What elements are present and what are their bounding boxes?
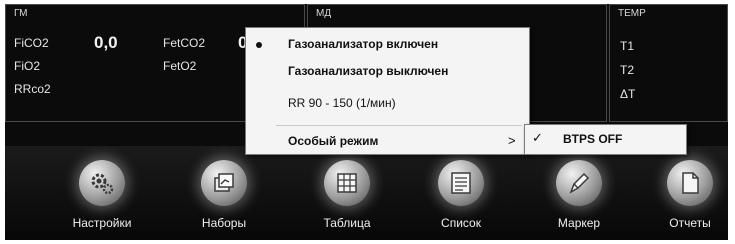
settings-button[interactable]: Настройки — [57, 154, 147, 238]
fico2-value: 0,0 — [94, 33, 118, 52]
list-label: Список — [441, 216, 481, 230]
menu-item-label: Газоанализатор включен — [288, 37, 439, 51]
settings-label: Настройки — [72, 216, 132, 230]
rrco2-label: RRco2 — [14, 82, 51, 96]
menu-separator — [276, 125, 522, 126]
reports-icon — [667, 160, 713, 206]
table-button[interactable]: Таблица — [302, 154, 392, 238]
gas-analyzer-context-menu: Газоанализатор включен Газоанализатор вы… — [245, 27, 530, 155]
checkmark-icon: ✓ — [532, 130, 543, 145]
fio2-label: FiO2 — [14, 59, 41, 73]
menu-item-analyzer-off[interactable]: Газоанализатор выключен — [246, 60, 527, 82]
sets-icon — [201, 160, 247, 206]
bottom-dock: Настройки Наборы Таблица Список Маркер О… — [5, 146, 728, 240]
marker-icon — [556, 160, 602, 206]
fetco2-label: FetCO2 — [163, 36, 206, 50]
sets-button[interactable]: Наборы — [179, 154, 269, 238]
menu-item-label: Газоанализатор выключен — [288, 64, 449, 78]
reports-button[interactable]: Отчеты — [645, 154, 728, 238]
temp-panel: TEMP T1 T2 ΔT — [609, 4, 728, 122]
list-button[interactable]: Список — [416, 154, 506, 238]
marker-button[interactable]: Маркер — [534, 154, 624, 238]
gm-panel-title: ГМ — [14, 8, 28, 19]
list-icon — [438, 160, 484, 206]
feto2-label: FetO2 — [163, 59, 197, 73]
marker-label: Маркер — [557, 216, 601, 230]
table-label: Таблица — [323, 216, 371, 230]
menu-item-special-mode[interactable]: Особый режим > — [246, 130, 527, 152]
submenu-item-btps-off[interactable]: BTPS OFF — [563, 132, 622, 146]
special-mode-submenu: ✓ BTPS OFF — [524, 124, 687, 155]
t1-label: T1 — [620, 39, 635, 53]
t2-label: T2 — [620, 63, 635, 77]
reports-label: Отчеты — [669, 216, 711, 230]
submenu-arrow-icon: > — [508, 133, 516, 148]
gears-icon — [79, 160, 125, 206]
temp-panel-title: TEMP — [618, 8, 646, 19]
selected-bullet-icon — [256, 42, 262, 48]
fico2-label: FiCO2 — [14, 36, 49, 50]
md-panel-title: МД — [316, 8, 332, 19]
menu-item-analyzer-on[interactable]: Газоанализатор включен — [246, 33, 527, 55]
menu-item-label: Особый режим — [288, 134, 379, 148]
table-icon — [324, 160, 370, 206]
menu-item-rr-range[interactable]: RR 90 - 150 (1/мин) — [246, 92, 527, 114]
sets-label: Наборы — [201, 216, 247, 230]
menu-item-label: RR 90 - 150 (1/мин) — [288, 96, 396, 110]
delta-t-label: ΔT — [620, 87, 636, 101]
